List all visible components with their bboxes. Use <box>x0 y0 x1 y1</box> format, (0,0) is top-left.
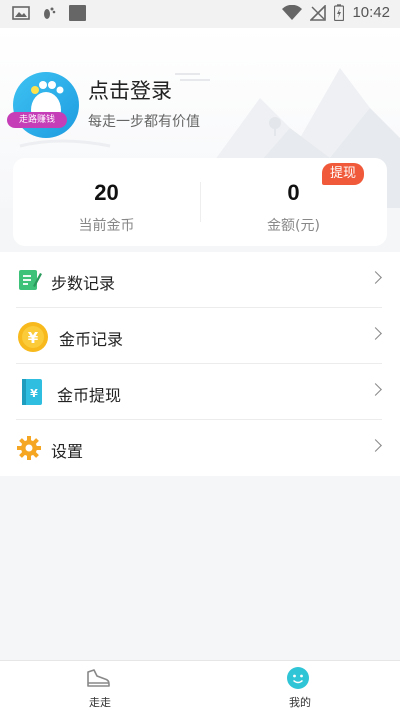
amount-value: 0 <box>287 180 300 205</box>
yen-coin-icon: ¥ <box>18 322 48 352</box>
menu-label: 金币记录 <box>59 330 124 349</box>
menu-list: 步数记录 ¥ 金币记录 ¥ 金币提现 设置 <box>0 252 400 476</box>
coins-label: 当前金币 <box>78 218 135 234</box>
menu-label: 金币提现 <box>57 386 122 405</box>
chevron-right-icon <box>369 271 382 284</box>
footprint-icon <box>44 7 56 19</box>
login-button[interactable]: 点击登录 <box>88 75 172 105</box>
menu-item-coin-record[interactable]: ¥ 金币记录 <box>0 308 400 364</box>
chevron-right-icon <box>369 327 382 340</box>
blank-app-icon <box>69 5 86 21</box>
svg-text:¥: ¥ <box>28 329 39 347</box>
amount-label: 金额(元) <box>267 218 320 234</box>
tab-mine[interactable]: 我的 <box>200 661 400 710</box>
status-time: 10:42 <box>352 4 390 21</box>
login-subtitle: 每走一步都有价值 <box>88 114 200 130</box>
smiley-icon <box>287 667 309 689</box>
menu-item-step-record[interactable]: 步数记录 <box>0 252 400 308</box>
bottom-nav: 走走 我的 <box>0 660 400 710</box>
svg-text:¥: ¥ <box>30 387 38 400</box>
menu-label: 步数记录 <box>51 274 116 293</box>
tab-label: 走走 <box>89 696 111 709</box>
tab-walk[interactable]: 走走 <box>0 661 200 710</box>
chevron-right-icon <box>369 383 382 396</box>
coins-stat[interactable]: 20 当前金币 <box>13 158 200 246</box>
shoe-icon <box>87 669 110 687</box>
step-record-icon <box>19 270 42 290</box>
menu-item-settings[interactable]: 设置 <box>0 420 400 476</box>
wifi-icon <box>282 4 303 20</box>
battery-charging-icon <box>334 4 345 21</box>
menu-item-coin-withdraw[interactable]: ¥ 金币提现 <box>0 364 400 420</box>
foot-icon <box>31 81 64 128</box>
menu-label: 设置 <box>51 442 84 461</box>
status-bar: 10:42 <box>0 0 400 28</box>
avatar[interactable] <box>13 72 79 138</box>
gear-icon <box>17 436 41 460</box>
no-signal-icon <box>310 4 327 21</box>
withdraw-badge[interactable]: 提现 <box>322 163 364 185</box>
tab-label: 我的 <box>289 696 311 709</box>
withdraw-book-icon: ¥ <box>22 379 42 405</box>
coins-value: 20 <box>94 180 119 205</box>
chevron-right-icon <box>369 439 382 452</box>
avatar-badge: 走路赚钱 <box>7 112 67 128</box>
image-icon <box>12 6 30 20</box>
